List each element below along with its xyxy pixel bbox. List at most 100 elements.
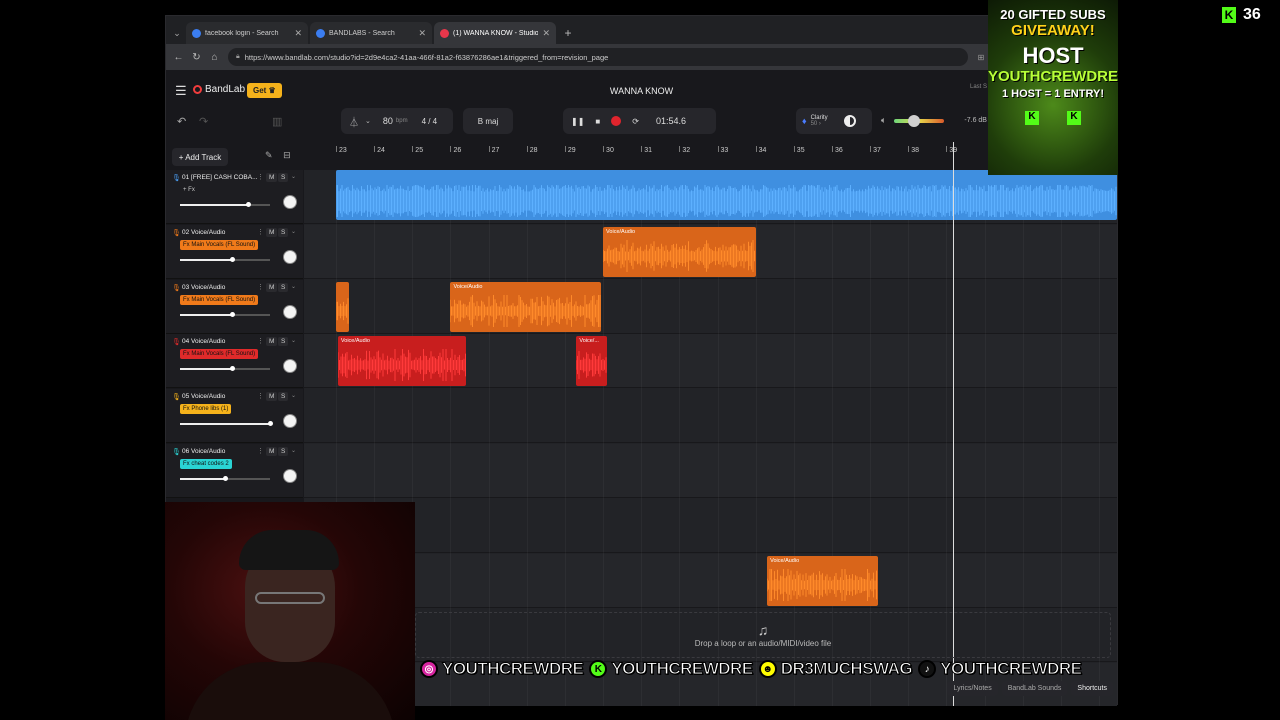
track-options-icon[interactable]: ⋮ — [257, 173, 264, 181]
slider-knob[interactable] — [230, 311, 236, 317]
track-name[interactable]: 01 [FREE] CASH COBA... — [182, 174, 258, 181]
url-field[interactable]: 🔒︎ https://www.bandlab.com/studio?id=2d9… — [228, 48, 968, 66]
solo-button[interactable]: S — [278, 447, 289, 456]
track-volume-slider[interactable] — [180, 202, 270, 207]
close-tab-icon[interactable]: ✕ — [294, 28, 302, 39]
metronome-icon[interactable]: ⏃ — [349, 114, 359, 129]
track-volume-slider[interactable] — [180, 256, 270, 262]
collapse-tracks-icon[interactable]: ⊟ — [283, 150, 291, 160]
audio-clip[interactable]: Voice/Audio — [337, 336, 466, 387]
chevron-down-icon[interactable]: ⌄ — [291, 228, 296, 235]
pan-knob[interactable] — [283, 469, 297, 483]
tempo-value[interactable]: 80 — [383, 116, 393, 126]
mute-button[interactable]: M — [266, 173, 278, 182]
stop-icon[interactable]: ■ — [595, 117, 600, 126]
track-lane[interactable] — [304, 389, 1117, 444]
audio-clip[interactable]: Voice/Audio — [603, 226, 756, 277]
tab-facebook-search[interactable]: facebook login - Search ✕ — [186, 22, 308, 44]
track-volume-slider[interactable] — [180, 311, 270, 317]
close-tab-icon[interactable]: ✕ — [542, 28, 550, 39]
speaker-icon[interactable]: 🔈︎ — [881, 115, 886, 126]
track-lane[interactable] — [304, 444, 1117, 498]
slider-knob[interactable] — [223, 476, 228, 481]
tab-bandlab-studio[interactable]: (1) WANNA KNOW - Studio ✕ — [434, 22, 556, 44]
fx-preset-chip[interactable]: Fx Phone libs (1) — [180, 404, 232, 415]
audio-clip[interactable] — [336, 281, 350, 332]
slider-knob[interactable] — [230, 256, 236, 262]
volume-knob[interactable] — [908, 114, 921, 127]
fx-preset-chip[interactable]: Fx Main Vocals (FL Sound) — [180, 294, 259, 305]
master-volume-slider[interactable] — [894, 114, 945, 127]
pause-icon[interactable]: ❚❚ — [571, 117, 584, 126]
fx-preset-chip[interactable]: Fx Main Vocals (FL Sound) — [180, 239, 259, 250]
install-app-icon[interactable]: ⊞ — [974, 53, 988, 62]
chevron-down-icon[interactable]: ⌄ — [291, 337, 296, 344]
pan-knob[interactable] — [283, 195, 297, 209]
pan-knob[interactable] — [283, 249, 297, 264]
track-volume-slider[interactable] — [180, 366, 270, 372]
track-name[interactable]: 03 Voice/Audio — [182, 284, 225, 291]
track-options-icon[interactable]: ⋮ — [257, 337, 264, 345]
key-selector[interactable]: B maj — [463, 108, 513, 134]
chevron-down-icon[interactable]: ⌄ — [365, 117, 371, 125]
drop-zone[interactable]: ♫ Drop a loop or an audio/MIDI/video fil… — [415, 612, 1111, 658]
new-tab-plus-icon[interactable]: + — [558, 22, 578, 44]
mute-button[interactable]: M — [266, 392, 278, 402]
reload-icon[interactable]: ↻ — [188, 49, 205, 66]
track-lane[interactable] — [304, 280, 1117, 334]
record-icon[interactable] — [611, 116, 622, 126]
track-options-icon[interactable]: ⋮ — [257, 283, 264, 291]
track-name[interactable]: 04 Voice/Audio — [182, 338, 225, 345]
pan-knob[interactable] — [283, 359, 297, 374]
audio-clip[interactable]: Voice/Audio — [450, 281, 602, 332]
back-arrow-icon[interactable]: ← — [170, 49, 187, 66]
pan-knob[interactable] — [283, 414, 297, 429]
clarity-control[interactable]: ♦ Clarity 50 › — [796, 108, 872, 134]
fx-preset-chip[interactable]: Fx cheat codes 2 — [180, 459, 232, 469]
tempo-control[interactable]: ⏃ ⌄ 80 bpm 4 / 4 — [341, 108, 453, 134]
mute-button[interactable]: M — [266, 282, 278, 292]
home-icon[interactable]: ⌂ — [206, 49, 223, 66]
chevron-down-icon[interactable]: ⌄ — [291, 173, 296, 180]
time-signature[interactable]: 4 / 4 — [422, 117, 438, 126]
solo-button[interactable]: S — [278, 337, 289, 347]
mute-button[interactable]: M — [266, 337, 278, 347]
track-name[interactable]: 05 Voice/Audio — [182, 393, 225, 400]
audio-clip[interactable]: Voice/Audio — [767, 555, 878, 606]
solo-button[interactable]: S — [278, 392, 289, 402]
mute-button[interactable]: M — [266, 447, 278, 456]
track-lane[interactable] — [304, 553, 1117, 608]
mute-button[interactable]: M — [266, 227, 278, 237]
track-lane[interactable] — [304, 499, 1117, 553]
track-header[interactable]: 🎙︎ 04 Voice/Audio ⋮ M S ⌄ Fx Main Vocals (FL S… — [166, 334, 303, 389]
chevron-down-icon[interactable]: ⌄ — [291, 447, 296, 454]
automation-icon[interactable]: ✎ — [265, 150, 273, 160]
solo-button[interactable]: S — [278, 227, 289, 237]
track-options-icon[interactable]: ⋮ — [257, 447, 264, 455]
fx-preset-chip[interactable]: Fx Main Vocals (FL Sound) — [180, 349, 259, 360]
chevron-down-icon[interactable]: ⌄ — [291, 392, 296, 399]
tab-list-chevron-icon[interactable]: ⌄ — [168, 22, 186, 44]
track-header[interactable]: 🎙︎ 02 Voice/Audio ⋮ M S ⌄ Fx Main Vocals (FL S… — [166, 224, 303, 279]
slider-knob[interactable] — [268, 421, 273, 427]
solo-button[interactable]: S — [278, 173, 289, 182]
loop-icon[interactable]: ⟳ — [632, 117, 639, 126]
undo-icon[interactable]: ↶ — [177, 115, 186, 128]
piano-keys-icon[interactable]: ▥ — [272, 115, 282, 128]
audio-clip[interactable]: Voice/... — [576, 336, 607, 387]
solo-button[interactable]: S — [278, 282, 289, 292]
slider-knob[interactable] — [230, 366, 236, 372]
audio-clip[interactable] — [336, 170, 1117, 220]
tab-bandlabs-search[interactable]: BANDLABS - Search ✕ — [310, 22, 432, 44]
track-header[interactable]: 🎙︎ 03 Voice/Audio ⋮ M S ⌄ Fx Main Vocals (FL S… — [166, 279, 303, 334]
track-options-icon[interactable]: ⋮ — [257, 392, 264, 400]
track-header[interactable]: 🎙︎ 01 [FREE] CASH COBA... ⋮ M S ⌄ + Fx — [166, 170, 303, 224]
track-options-icon[interactable]: ⋮ — [257, 228, 264, 236]
chevron-down-icon[interactable]: ⌄ — [291, 283, 296, 290]
fx-preset-chip[interactable]: + Fx — [180, 185, 198, 195]
add-track-button[interactable]: + Add Track — [172, 148, 228, 166]
redo-icon[interactable]: ↷ — [199, 115, 208, 128]
track-name[interactable]: 02 Voice/Audio — [182, 229, 225, 236]
track-header[interactable]: 🎙︎ 05 Voice/Audio ⋮ M S ⌄ Fx Phone libs (1) — [166, 389, 303, 444]
slider-knob[interactable] — [245, 202, 251, 207]
